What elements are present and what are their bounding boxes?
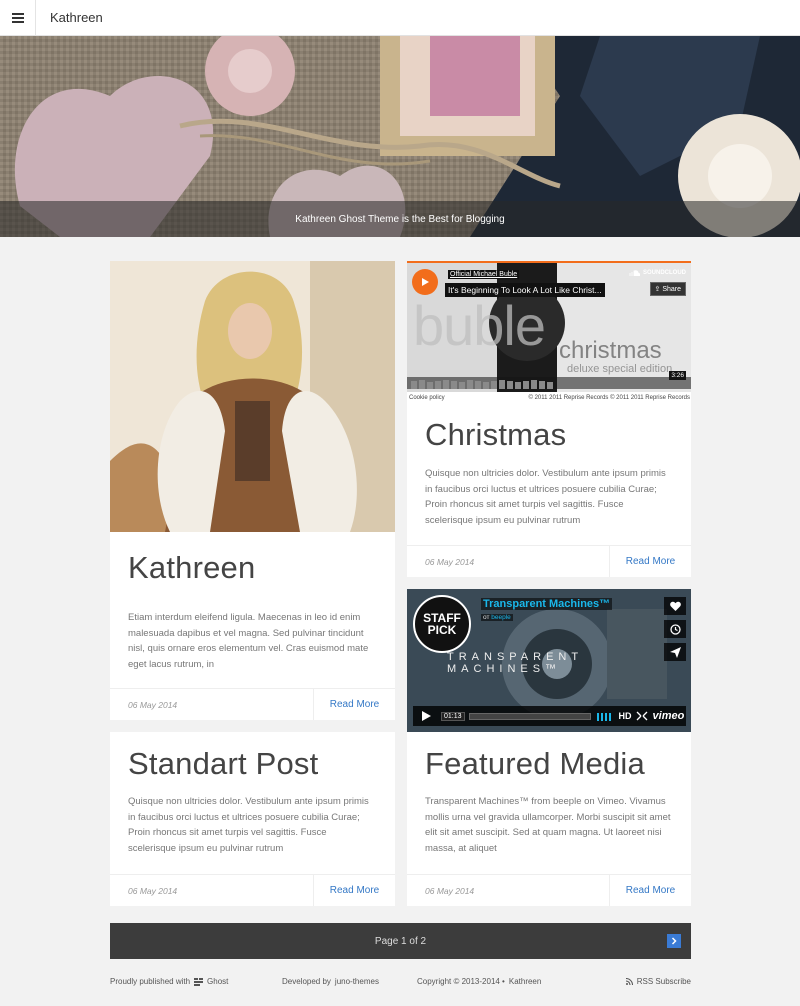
waveform[interactable] bbox=[407, 377, 691, 389]
post-footer: 06 May 2014 Read More bbox=[110, 688, 395, 720]
post-title[interactable]: Featured Media bbox=[407, 746, 663, 782]
ghost-icon bbox=[194, 977, 204, 986]
post-date: 06 May 2014 bbox=[425, 885, 475, 896]
read-more-link[interactable]: Read More bbox=[609, 875, 691, 906]
play-button[interactable] bbox=[412, 269, 438, 295]
rss-icon bbox=[625, 978, 633, 985]
site-title[interactable]: Kathreen bbox=[50, 10, 103, 25]
post-title[interactable]: Christmas bbox=[407, 417, 584, 453]
post-card-christmas: buble christmas deluxe special edition O… bbox=[407, 261, 691, 577]
staff-pick-line2: PICK bbox=[427, 623, 457, 637]
send-icon bbox=[669, 646, 681, 658]
cover-word-2: christmas bbox=[559, 337, 662, 364]
soundcloud-cloud-icon bbox=[629, 270, 640, 276]
post-date: 06 May 2014 bbox=[128, 885, 178, 896]
video-time: 01:13 bbox=[441, 711, 465, 721]
developer-link[interactable]: juno-themes bbox=[335, 977, 379, 986]
post-card-standart-post: Standart Post Quisque non ultricies dolo… bbox=[110, 732, 395, 906]
footer-developed: Developed by juno-themes bbox=[282, 977, 379, 986]
post-image-woman bbox=[110, 261, 395, 532]
pagination-label: Page 1 of 2 bbox=[374, 935, 427, 947]
top-bar: Kathreen bbox=[0, 0, 800, 36]
video-author-prefix: от bbox=[483, 614, 490, 621]
vimeo-player[interactable]: STAFF PICK Transparent Machines™ от beep… bbox=[407, 589, 691, 732]
player-copyright: © 2011 2011 Reprise Records © 2011 2011 … bbox=[528, 395, 691, 401]
cover-word: buble bbox=[413, 294, 546, 357]
video-author: от beeple bbox=[481, 614, 513, 621]
post-footer: 06 May 2014 Read More bbox=[407, 874, 691, 906]
share-label: Share bbox=[662, 286, 681, 293]
ghost-link[interactable]: Ghost bbox=[207, 977, 228, 986]
clock-icon bbox=[669, 623, 681, 635]
post-excerpt: Quisque non ultricies dolor. Vestibulum … bbox=[128, 796, 369, 854]
cover-edition: deluxe special edition bbox=[567, 363, 673, 375]
pagination: Page 1 of 2 bbox=[110, 923, 691, 959]
read-more-link[interactable]: Read More bbox=[313, 689, 395, 720]
post-title[interactable]: Standart Post bbox=[110, 746, 336, 782]
menu-button[interactable] bbox=[0, 0, 36, 36]
track-title[interactable]: It's Beginning To Look A Lot Like Christ… bbox=[445, 283, 605, 297]
post-excerpt: Quisque non ultricies dolor. Vestibulum … bbox=[425, 468, 666, 526]
volume-icon[interactable] bbox=[596, 711, 615, 721]
footer-published: Proudly published with Ghost bbox=[110, 977, 228, 986]
rss-link[interactable]: RSS Subscribe bbox=[637, 977, 691, 986]
soundcloud-brand: SOUNDCLOUD bbox=[643, 270, 686, 276]
post-card-kathreen: Kathreen Etiam interdum eleifend ligula.… bbox=[110, 261, 395, 720]
cookie-policy-link[interactable]: Cookie policy bbox=[409, 395, 445, 401]
video-controls: 01:13 HD vimeo bbox=[413, 706, 686, 726]
post-card-featured-media: STAFF PICK Transparent Machines™ от beep… bbox=[407, 589, 691, 906]
read-more-link[interactable]: Read More bbox=[609, 546, 691, 577]
post-footer: 06 May 2014 Read More bbox=[407, 545, 691, 577]
developed-text: Developed by bbox=[282, 977, 331, 986]
share-button[interactable]: ⇪ Share bbox=[649, 282, 686, 296]
play-icon[interactable] bbox=[413, 706, 439, 726]
hero-banner: Kathreen Ghost Theme is the Best for Blo… bbox=[0, 36, 800, 237]
read-more-link[interactable]: Read More bbox=[313, 875, 395, 906]
heart-icon bbox=[669, 601, 681, 611]
footer-copyright: Copyright © 2013-2014 • Kathreen bbox=[417, 977, 541, 986]
published-text: Proudly published with bbox=[110, 977, 191, 986]
chevron-right-icon bbox=[671, 937, 677, 945]
hamburger-menu-icon bbox=[11, 12, 24, 23]
staff-pick-badge: STAFF PICK bbox=[413, 595, 471, 653]
site-footer: Proudly published with Ghost Developed b… bbox=[110, 977, 691, 991]
video-title[interactable]: Transparent Machines™ bbox=[481, 598, 613, 610]
post-excerpt: Etiam interdum eleifend ligula. Maecenas… bbox=[128, 612, 369, 670]
post-date: 06 May 2014 bbox=[128, 699, 178, 710]
fullscreen-icon[interactable] bbox=[636, 711, 648, 721]
like-button[interactable] bbox=[664, 597, 686, 615]
copyright-text: Copyright © 2013-2014 • bbox=[417, 977, 505, 986]
soundcloud-logo[interactable]: SOUNDCLOUD bbox=[629, 270, 686, 276]
share-button[interactable] bbox=[664, 643, 686, 661]
post-footer: 06 May 2014 Read More bbox=[110, 874, 395, 906]
post-excerpt: Transparent Machines™ from beeple on Vim… bbox=[425, 796, 671, 854]
footer-rss[interactable]: RSS Subscribe bbox=[625, 977, 691, 986]
post-date: 06 May 2014 bbox=[425, 556, 475, 567]
watch-later-button[interactable] bbox=[664, 620, 686, 638]
hd-button[interactable]: HD bbox=[619, 711, 632, 721]
video-progress-bar[interactable] bbox=[468, 712, 591, 720]
post-title[interactable]: Kathreen bbox=[110, 550, 395, 586]
video-author-link[interactable]: beeple bbox=[491, 614, 511, 621]
player-bottom-bar: Cookie policy © 2011 2011 Reprise Record… bbox=[407, 392, 691, 404]
hero-caption: Kathreen Ghost Theme is the Best for Blo… bbox=[0, 201, 800, 237]
vimeo-logo[interactable]: vimeo bbox=[653, 710, 685, 722]
next-page-button[interactable] bbox=[667, 934, 681, 948]
copyright-link[interactable]: Kathreen bbox=[509, 977, 541, 986]
play-icon bbox=[422, 278, 429, 286]
soundcloud-player[interactable]: buble christmas deluxe special edition O… bbox=[407, 261, 691, 404]
track-artist[interactable]: Official Michael Buble bbox=[448, 270, 520, 279]
video-overlay-text: TRANSPARENT MACHINES™ bbox=[447, 651, 583, 675]
